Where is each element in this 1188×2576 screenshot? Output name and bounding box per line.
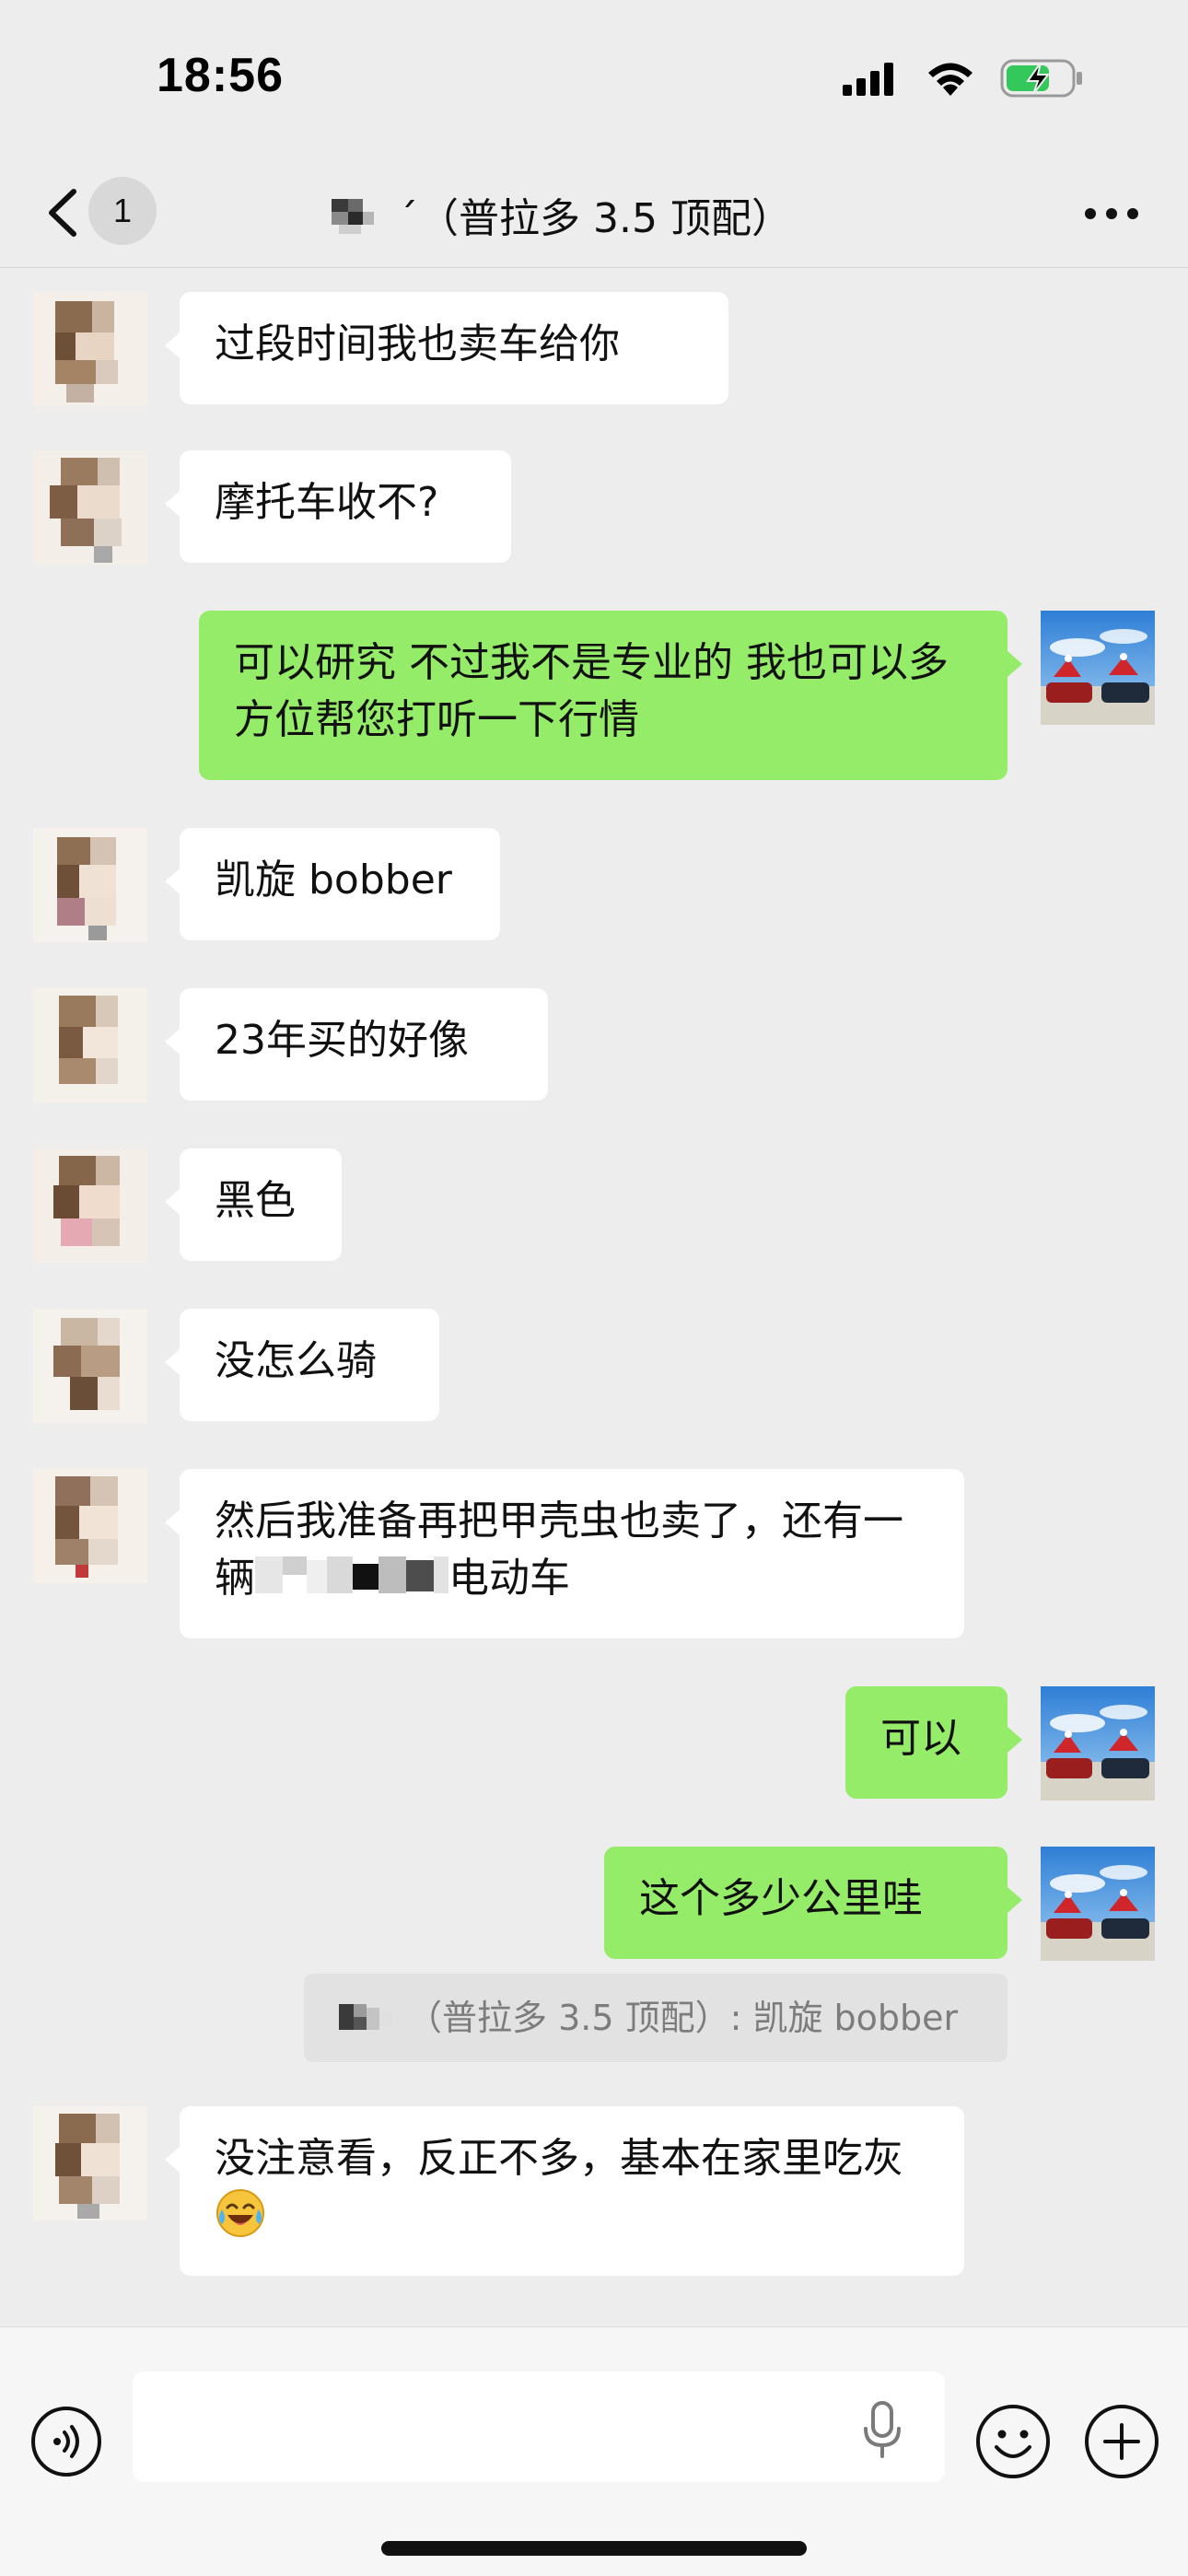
battery-charging-icon bbox=[1000, 59, 1082, 98]
redacted-text-mosaic bbox=[255, 1551, 448, 1601]
redacted-name-mosaic bbox=[339, 1979, 398, 2030]
incoming-message-bubble[interactable]: 摩托车收不? bbox=[165, 450, 511, 563]
chevron-left-icon[interactable] bbox=[37, 181, 92, 245]
message-text: 没注意看，反正不多，基本在家里吃灰 bbox=[215, 2135, 903, 2182]
outgoing-message-bubble[interactable]: 可以 bbox=[845, 1686, 1022, 1799]
chat-title-text: ˊ（普拉多 3.5 顶配） bbox=[398, 195, 792, 242]
message-input-field[interactable] bbox=[133, 2372, 945, 2482]
quoted-message-text: （普拉多 3.5 顶配）: 凯旋 bobber bbox=[407, 1998, 959, 2038]
voice-icon[interactable] bbox=[29, 2405, 103, 2478]
my-avatar[interactable] bbox=[1041, 611, 1155, 725]
wifi-icon bbox=[928, 63, 973, 96]
contact-avatar[interactable] bbox=[33, 1148, 147, 1263]
incoming-message-bubble[interactable]: 23年买的好像 bbox=[165, 988, 548, 1101]
message-text: 摩托车收不? bbox=[215, 479, 439, 526]
message-input-bar bbox=[0, 2326, 1188, 2576]
chat-header: 1 ˊ（普拉多 3.5 顶配） bbox=[0, 157, 1188, 268]
incoming-message-bubble[interactable]: 过段时间我也卖车给你 bbox=[165, 292, 728, 404]
cellular-signal-icon bbox=[843, 63, 893, 96]
more-dots-icon[interactable] bbox=[1079, 186, 1144, 241]
unread-count-badge[interactable]: 1 bbox=[88, 177, 157, 245]
redacted-name-mosaic bbox=[332, 193, 379, 236]
plus-icon[interactable] bbox=[1083, 2403, 1160, 2480]
message-text-suffix: 电动车 bbox=[448, 1555, 570, 1602]
my-avatar[interactable] bbox=[1041, 1686, 1155, 1801]
message-text: 这个多少公里哇 bbox=[639, 1875, 923, 1922]
microphone-icon[interactable] bbox=[856, 2397, 908, 2462]
incoming-message-bubble[interactable]: 黑色 bbox=[165, 1148, 342, 1261]
home-indicator bbox=[381, 2541, 807, 2556]
emoji-icon[interactable] bbox=[974, 2403, 1052, 2480]
contact-avatar[interactable] bbox=[33, 292, 147, 406]
outgoing-message-bubble[interactable]: 可以研究 不过我不是专业的 我也可以多方位帮您打听一下行情 bbox=[199, 611, 1022, 780]
quoted-message[interactable]: （普拉多 3.5 顶配）: 凯旋 bobber bbox=[304, 1974, 1007, 2062]
message-text: 23年买的好像 bbox=[215, 1017, 469, 1064]
laughing-crying-emoji bbox=[215, 2187, 266, 2239]
contact-avatar[interactable] bbox=[33, 450, 147, 565]
chat-message-list[interactable]: 过段时间我也卖车给你 摩托车收不? 可以研究 不过我不是专业的 我也可以多方位帮… bbox=[0, 268, 1188, 2325]
my-avatar[interactable] bbox=[1041, 1847, 1155, 1961]
incoming-message-bubble[interactable]: 没怎么骑 bbox=[165, 1309, 439, 1421]
contact-avatar[interactable] bbox=[33, 828, 147, 942]
contact-avatar[interactable] bbox=[33, 988, 147, 1102]
outgoing-message-bubble[interactable]: 这个多少公里哇 bbox=[604, 1847, 1022, 1959]
message-text: 没怎么骑 bbox=[215, 1337, 377, 1384]
contact-avatar[interactable] bbox=[33, 2106, 147, 2220]
status-time: 18:56 bbox=[157, 49, 284, 102]
incoming-message-bubble[interactable]: 凯旋 bobber bbox=[165, 828, 500, 940]
status-bar: 18:56 bbox=[0, 0, 1188, 157]
message-text: 过段时间我也卖车给你 bbox=[215, 321, 620, 367]
message-text: 可以 bbox=[880, 1715, 961, 1762]
message-text: 黑色 bbox=[215, 1177, 296, 1224]
contact-avatar[interactable] bbox=[33, 1309, 147, 1423]
chat-title[interactable]: ˊ（普拉多 3.5 顶配） bbox=[332, 182, 995, 247]
incoming-message-bubble[interactable]: 然后我准备再把甲壳虫也卖了，还有一辆 电动车 bbox=[165, 1469, 964, 1638]
message-text: 可以研究 不过我不是专业的 我也可以多方位帮您打听一下行情 bbox=[234, 639, 949, 743]
incoming-message-bubble[interactable]: 没注意看，反正不多，基本在家里吃灰 bbox=[165, 2106, 964, 2276]
contact-avatar[interactable] bbox=[33, 1469, 147, 1583]
message-text: 凯旋 bobber bbox=[215, 857, 452, 903]
